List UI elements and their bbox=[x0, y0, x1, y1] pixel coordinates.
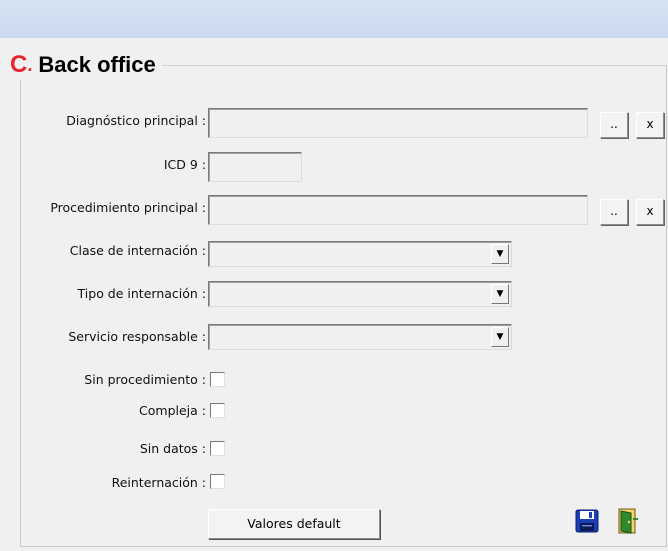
servicio-responsable-select[interactable]: ▼ bbox=[208, 324, 512, 350]
diagnostico-clear-button[interactable]: x bbox=[636, 112, 664, 138]
exit-door-icon bbox=[618, 508, 638, 534]
compleja-checkbox[interactable] bbox=[210, 403, 225, 418]
chevron-down-icon[interactable]: ▼ bbox=[491, 327, 509, 347]
diagnostico-browse-button[interactable]: .. bbox=[600, 112, 628, 138]
procedimiento-browse-button[interactable]: .. bbox=[600, 199, 628, 225]
section-marker: C bbox=[10, 51, 28, 78]
clase-internacion-select[interactable]: ▼ bbox=[208, 241, 512, 267]
diagnostico-label: Diagnóstico principal : bbox=[66, 113, 206, 128]
window-title-bar bbox=[0, 0, 668, 38]
sin-datos-label: Sin datos : bbox=[139, 441, 206, 456]
icd9-input[interactable] bbox=[208, 152, 302, 182]
procedimiento-clear-button[interactable]: x bbox=[636, 199, 664, 225]
sin-datos-checkbox[interactable] bbox=[210, 441, 225, 456]
valores-default-button[interactable]: Valores default bbox=[208, 509, 380, 539]
sin-procedimiento-checkbox[interactable] bbox=[210, 372, 225, 387]
diagnostico-input[interactable] bbox=[208, 108, 588, 138]
tipo-internacion-label: Tipo de internación : bbox=[77, 286, 206, 301]
floppy-disk-icon bbox=[575, 509, 599, 533]
section-title: Back office bbox=[38, 52, 156, 77]
chevron-down-icon[interactable]: ▼ bbox=[491, 284, 509, 304]
compleja-label: Compleja : bbox=[139, 403, 206, 418]
section-header: C . Back office bbox=[8, 50, 162, 80]
section-marker-dot: . bbox=[27, 54, 33, 75]
chevron-down-icon[interactable]: ▼ bbox=[491, 244, 509, 264]
save-button[interactable] bbox=[572, 506, 602, 536]
icd9-label: ICD 9 : bbox=[163, 157, 206, 172]
reinternacion-label: Reinternación : bbox=[111, 475, 206, 490]
servicio-responsable-label: Servicio responsable : bbox=[68, 329, 206, 344]
exit-button[interactable] bbox=[612, 506, 642, 536]
procedimiento-label: Procedimiento principal : bbox=[50, 200, 206, 215]
clase-internacion-label: Clase de internación : bbox=[69, 243, 206, 258]
tipo-internacion-select[interactable]: ▼ bbox=[208, 281, 512, 307]
reinternacion-checkbox[interactable] bbox=[210, 474, 225, 489]
sin-procedimiento-label: Sin procedimiento : bbox=[84, 372, 206, 387]
procedimiento-input[interactable] bbox=[208, 195, 588, 225]
